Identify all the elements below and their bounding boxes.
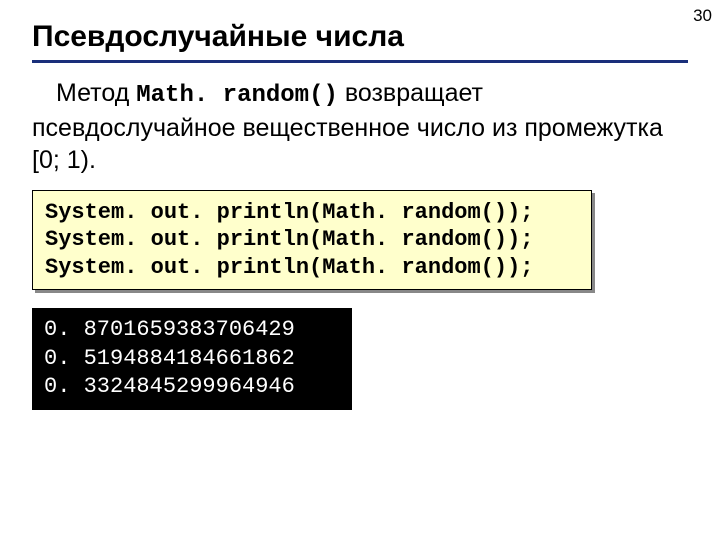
output-line: 0. 5194884184661862 (44, 345, 340, 374)
code-line: System. out. println(Math. random()); (45, 199, 579, 227)
output-line: 0. 3324845299964946 (44, 373, 340, 402)
slide-content: Псевдослучайные числа Метод Math. random… (0, 0, 720, 410)
output-line: 0. 8701659383706429 (44, 316, 340, 345)
method-name: Math. random() (136, 82, 338, 109)
body-part1: Метод (56, 79, 136, 107)
code-line: System. out. println(Math. random()); (45, 254, 579, 282)
body-paragraph: Метод Math. random() возвращает псевдосл… (32, 77, 688, 176)
page-number: 30 (693, 6, 712, 26)
output-example: 0. 8701659383706429 0. 5194884184661862 … (32, 308, 352, 410)
code-line: System. out. println(Math. random()); (45, 226, 579, 254)
page-title: Псевдослучайные числа (32, 20, 688, 63)
code-example: System. out. println(Math. random()); Sy… (32, 190, 592, 291)
